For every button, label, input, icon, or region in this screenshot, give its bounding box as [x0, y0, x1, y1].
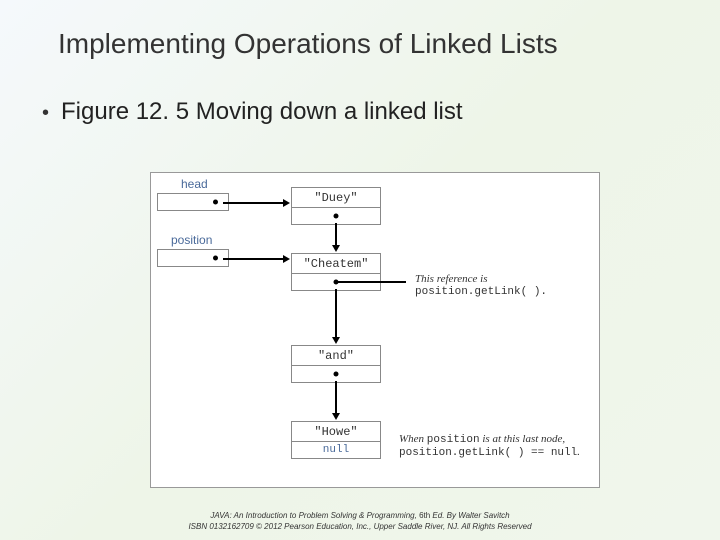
arrow-line: [335, 381, 337, 415]
arrowhead-down-icon: [332, 245, 340, 252]
node-link-null: null: [292, 442, 380, 458]
node-data: "Howe": [292, 422, 380, 442]
bullet-item: • Figure 12. 5 Moving down a linked list: [0, 60, 720, 126]
pointer-dot-icon: [213, 200, 218, 205]
list-node: "and": [291, 345, 381, 383]
node-link: [292, 366, 380, 382]
list-node: "Duey": [291, 187, 381, 225]
pointer-dot-icon: [334, 214, 339, 219]
note-code: position.getLink( ) == null: [399, 447, 577, 459]
arrow-line: [223, 258, 285, 260]
note-text: is at this last node,: [480, 433, 566, 445]
node-data: "Duey": [292, 188, 380, 208]
note-text: .: [577, 446, 580, 458]
note-code: position.getLink( ).: [415, 286, 547, 298]
pointer-dot-icon: [213, 256, 218, 261]
arrow-line: [336, 281, 406, 283]
head-label: head: [181, 177, 208, 191]
arrow-line: [335, 289, 337, 339]
arrow-line: [223, 202, 285, 204]
annotation-lastnode: When position is at this last node, posi…: [399, 433, 580, 459]
slide-footer: JAVA: An Introduction to Problem Solving…: [0, 511, 720, 532]
slide-title: Implementing Operations of Linked Lists: [0, 0, 720, 60]
note-text: When: [399, 433, 427, 445]
note-text: This reference is: [415, 273, 488, 285]
node-data: "Cheatem": [292, 254, 380, 274]
position-pointer-box: [157, 249, 229, 267]
pointer-dot-icon: [334, 372, 339, 377]
footer-line2: ISBN 0132162709 © 2012 Pearson Education…: [188, 522, 531, 531]
bullet-text: Figure 12. 5 Moving down a linked list: [61, 98, 463, 126]
arrowhead-right-icon: [283, 199, 290, 207]
arrowhead-right-icon: [283, 255, 290, 263]
footer-line1c: Ed. By Walter Savitch: [430, 511, 509, 520]
note-code: position: [427, 434, 480, 446]
figure-diagram: head position "Duey" "Cheatem" This refe…: [150, 172, 600, 488]
footer-edition: 6th: [419, 511, 430, 520]
node-link: [292, 208, 380, 224]
footer-line1a: JAVA: An Introduction to Problem Solving…: [210, 511, 419, 520]
arrowhead-down-icon: [332, 337, 340, 344]
arrowhead-down-icon: [332, 413, 340, 420]
node-data: "and": [292, 346, 380, 366]
annotation-reference: This reference is position.getLink( ).: [415, 273, 547, 298]
list-node: "Howe" null: [291, 421, 381, 459]
arrow-line: [335, 223, 337, 247]
position-label: position: [171, 233, 212, 247]
head-pointer-box: [157, 193, 229, 211]
bullet-dot: •: [42, 102, 49, 125]
list-node: "Cheatem": [291, 253, 381, 291]
